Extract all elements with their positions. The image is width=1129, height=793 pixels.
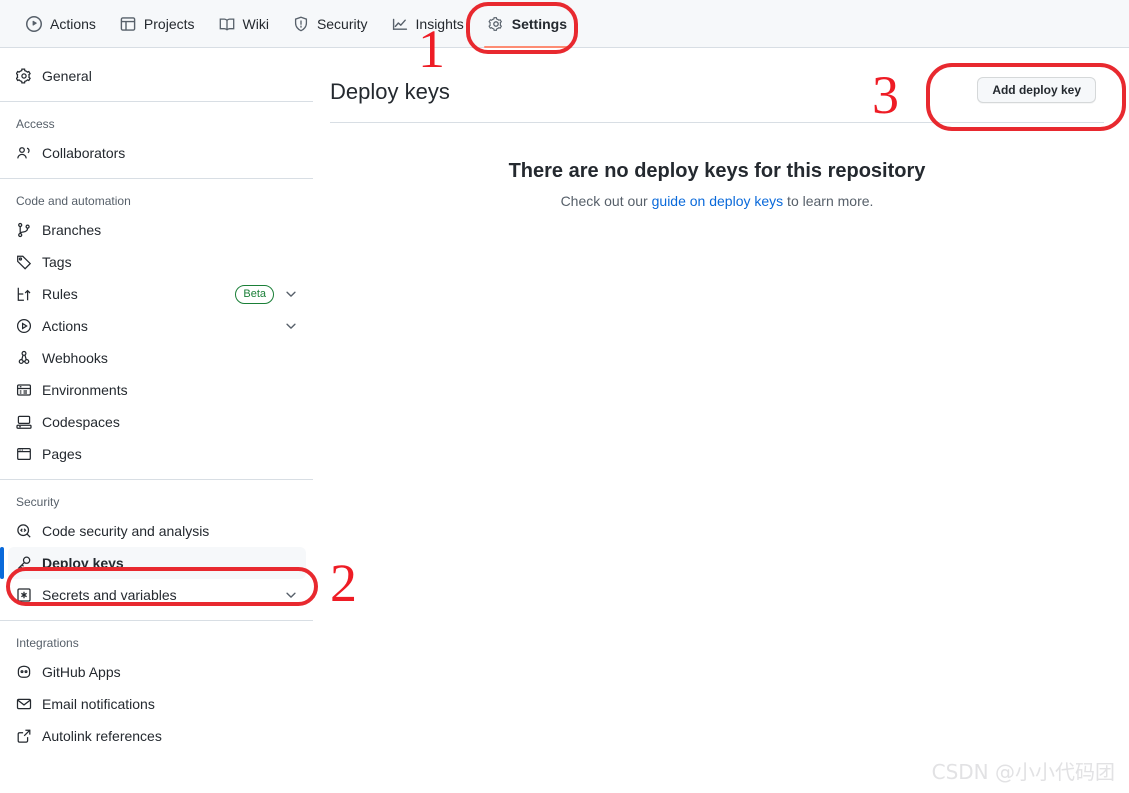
sidebar-item-branches[interactable]: Branches <box>8 214 306 246</box>
apps-icon <box>16 664 32 680</box>
settings-sidebar: General Access Collaborators Code and au… <box>0 48 314 793</box>
tab-insights[interactable]: Insights <box>380 0 476 48</box>
empty-text-after: to learn more. <box>783 193 874 209</box>
sidebar-item-deploy-keys[interactable]: Deploy keys <box>0 547 306 579</box>
empty-text-before: Check out our <box>560 193 652 209</box>
table-icon <box>120 16 136 32</box>
server-icon <box>16 382 32 398</box>
link-external-icon <box>16 728 32 744</box>
sidebar-item-actions-label: Actions <box>42 318 88 334</box>
sidebar-heading-integrations: Integrations <box>16 636 79 650</box>
sidebar-item-secrets-and-variables[interactable]: Secrets and variables <box>8 579 306 611</box>
tag-icon <box>16 254 32 270</box>
graph-icon <box>392 16 408 32</box>
guide-on-deploy-keys-link[interactable]: guide on deploy keys <box>652 193 784 209</box>
sidebar-divider <box>0 479 313 480</box>
tab-projects[interactable]: Projects <box>108 0 207 48</box>
webhook-icon <box>16 350 32 366</box>
tab-security-label: Security <box>316 15 368 32</box>
empty-state-heading: There are no deploy keys for this reposi… <box>508 160 926 182</box>
sidebar-item-rules-label: Rules <box>42 286 78 302</box>
page-title: Deploy keys <box>330 79 450 104</box>
sidebar-item-general[interactable]: General <box>8 60 306 92</box>
sidebar-divider <box>0 620 313 621</box>
sidebar-item-environments[interactable]: Environments <box>8 374 306 406</box>
sidebar-divider <box>0 178 313 179</box>
sidebar-divider <box>0 101 313 102</box>
sidebar-item-actions[interactable]: Actions <box>8 310 306 342</box>
rules-beta-badge: Beta <box>235 284 274 304</box>
shield-icon <box>293 16 309 32</box>
sidebar-item-code-security-label: Code security and analysis <box>42 523 210 539</box>
sidebar-item-tags-label: Tags <box>42 254 72 270</box>
sidebar-item-deploy-keys-label: Deploy keys <box>42 555 124 571</box>
sidebar-item-pages-label: Pages <box>42 446 82 462</box>
git-branch-icon <box>16 222 32 238</box>
book-icon <box>219 16 235 32</box>
sidebar-item-secrets-label: Secrets and variables <box>42 587 177 603</box>
sidebar-item-codespaces[interactable]: Codespaces <box>8 406 306 438</box>
sidebar-item-codespaces-label: Codespaces <box>42 414 120 430</box>
sidebar-heading-access: Access <box>16 117 55 131</box>
empty-state-description: Check out our guide on deploy keys to le… <box>330 193 1104 209</box>
annotation-number-3: 3 <box>872 65 899 125</box>
sidebar-item-branches-label: Branches <box>42 222 102 238</box>
repository-nav: Actions Projects Wiki Security Insights … <box>0 0 1129 48</box>
sidebar-heading-code-automation: Code and automation <box>16 194 131 208</box>
codespaces-icon <box>16 414 32 430</box>
watermark: CSDN @小小代码团 <box>931 760 1115 784</box>
play-circle-icon <box>16 318 32 334</box>
sidebar-item-autolink-label: Autolink references <box>42 728 162 744</box>
tab-settings-label: Settings <box>511 15 567 32</box>
sidebar-item-tags[interactable]: Tags <box>8 246 306 278</box>
sidebar-item-collaborators-label: Collaborators <box>42 145 126 161</box>
sidebar-item-pages[interactable]: Pages <box>8 438 306 470</box>
rules-icon <box>16 286 32 302</box>
title-divider <box>330 122 1104 123</box>
sidebar-item-code-security-and-analysis[interactable]: Code security and analysis <box>8 515 306 547</box>
tab-wiki-label: Wiki <box>242 15 269 32</box>
tab-actions-label: Actions <box>50 15 96 32</box>
mail-icon <box>16 696 32 712</box>
gear-icon <box>16 68 32 84</box>
sidebar-item-webhooks[interactable]: Webhooks <box>8 342 306 374</box>
annotation-number-2: 2 <box>330 553 357 613</box>
sidebar-item-rules[interactable]: Rules Beta <box>8 278 306 310</box>
sidebar-item-general-label: General <box>42 68 92 84</box>
add-deploy-key-button[interactable]: Add deploy key <box>977 77 1096 103</box>
empty-state: There are no deploy keys for this reposi… <box>330 160 1104 209</box>
gear-icon <box>488 16 504 32</box>
tab-actions[interactable]: Actions <box>14 0 108 48</box>
browser-icon <box>16 446 32 462</box>
sidebar-item-webhooks-label: Webhooks <box>42 350 108 366</box>
sidebar-item-environments-label: Environments <box>42 382 128 398</box>
people-icon <box>16 145 32 161</box>
key-icon <box>16 555 32 571</box>
page-root: Actions Projects Wiki Security Insights … <box>0 0 1129 793</box>
codescan-icon <box>16 523 32 539</box>
sidebar-item-github-apps-label: GitHub Apps <box>42 664 121 680</box>
sidebar-item-collaborators[interactable]: Collaborators <box>8 137 306 169</box>
sidebar-heading-security: Security <box>16 495 60 509</box>
chevron-down-icon[interactable] <box>284 287 298 301</box>
tab-projects-label: Projects <box>143 15 195 32</box>
chevron-down-icon[interactable] <box>284 319 298 333</box>
tab-settings[interactable]: Settings <box>476 0 579 48</box>
play-circle-icon <box>26 15 42 32</box>
sidebar-item-email-notifications[interactable]: Email notifications <box>8 688 306 720</box>
tab-wiki[interactable]: Wiki <box>207 0 281 48</box>
sidebar-item-github-apps[interactable]: GitHub Apps <box>8 656 306 688</box>
tab-security[interactable]: Security <box>281 0 380 48</box>
asterisk-icon <box>16 587 32 603</box>
tab-insights-label: Insights <box>415 15 464 32</box>
chevron-down-icon[interactable] <box>284 588 298 602</box>
sidebar-item-autolink-references[interactable]: Autolink references <box>8 720 306 752</box>
sidebar-item-email-notifications-label: Email notifications <box>42 696 155 712</box>
